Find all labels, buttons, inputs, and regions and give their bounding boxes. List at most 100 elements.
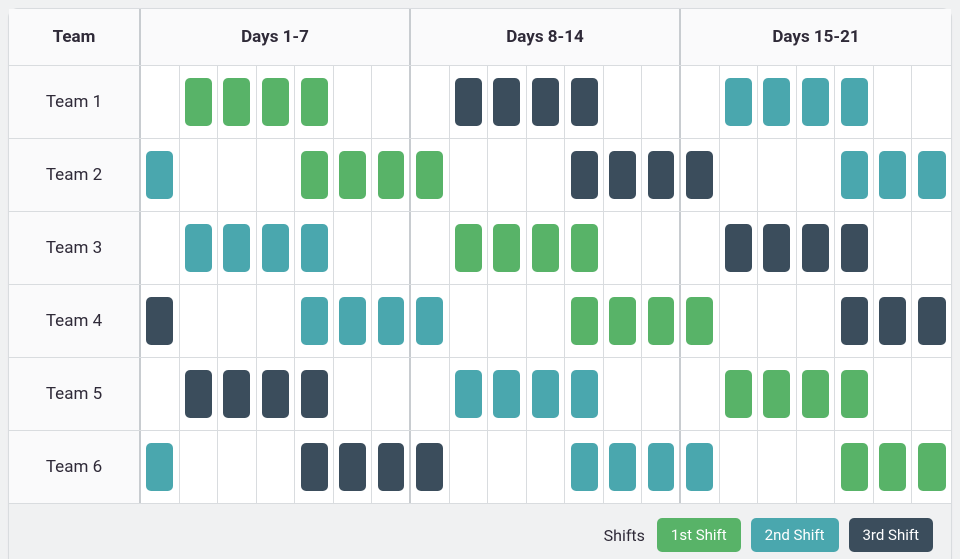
day-cell xyxy=(912,358,951,430)
day-cell xyxy=(141,66,180,138)
shift-chip xyxy=(146,297,173,345)
shift-chip xyxy=(841,297,868,345)
shift-chip xyxy=(339,151,366,199)
day-cell xyxy=(180,139,219,211)
day-cell xyxy=(218,66,257,138)
row-header: Team 6 xyxy=(9,431,141,503)
shift-chip xyxy=(493,78,520,126)
shift-chip xyxy=(378,151,404,199)
table-row: Team 6 xyxy=(9,431,951,504)
shift-chip xyxy=(146,443,173,491)
shift-chip xyxy=(763,370,790,418)
day-cell xyxy=(411,212,450,284)
day-cell xyxy=(488,431,527,503)
shift-chip xyxy=(763,78,790,126)
day-cell xyxy=(488,139,527,211)
shift-chip xyxy=(532,78,559,126)
day-cell xyxy=(835,66,874,138)
day-cell xyxy=(681,431,720,503)
day-cell xyxy=(218,431,257,503)
shift-chip xyxy=(493,370,520,418)
day-cell xyxy=(450,358,489,430)
day-cell xyxy=(758,139,797,211)
day-cell xyxy=(565,66,604,138)
shift-chip xyxy=(725,78,752,126)
day-cell xyxy=(720,66,759,138)
day-cell xyxy=(411,139,450,211)
shift-chip xyxy=(802,370,829,418)
day-cell xyxy=(565,358,604,430)
shift-chip xyxy=(571,297,598,345)
day-cell xyxy=(912,139,951,211)
day-cell xyxy=(758,358,797,430)
team-header-label: Team xyxy=(53,27,96,47)
shift-chip xyxy=(648,297,674,345)
shift-chip xyxy=(918,443,946,491)
week-header: Days 15-21 xyxy=(681,9,951,65)
day-cell xyxy=(642,66,681,138)
day-cell xyxy=(874,212,913,284)
legend-bar: Shifts 1st Shift 2nd Shift 3rd Shift xyxy=(9,504,951,559)
day-cell xyxy=(758,285,797,357)
shift-chip xyxy=(571,151,598,199)
day-cell xyxy=(912,285,951,357)
day-cell xyxy=(835,285,874,357)
week-header-label: Days 15-21 xyxy=(772,27,859,47)
day-cell xyxy=(141,212,180,284)
day-cell xyxy=(527,66,566,138)
day-cell xyxy=(295,139,334,211)
shift-chip xyxy=(609,151,636,199)
day-cell xyxy=(372,139,411,211)
day-cell xyxy=(450,66,489,138)
day-cell xyxy=(295,285,334,357)
day-cell xyxy=(642,139,681,211)
day-cell xyxy=(450,139,489,211)
shift-chip xyxy=(301,370,328,418)
shift-chip xyxy=(262,370,289,418)
schedule-grid: TeamDays 1-7Days 8-14Days 15-21Team 1Tea… xyxy=(9,9,951,504)
day-cell xyxy=(604,139,643,211)
day-cell xyxy=(334,431,373,503)
table-row: Team 2 xyxy=(9,139,951,212)
shift-chip xyxy=(648,443,674,491)
day-cell xyxy=(527,285,566,357)
shift-chip xyxy=(571,224,598,272)
day-cell xyxy=(218,358,257,430)
day-cell xyxy=(604,212,643,284)
shift-chip xyxy=(378,297,404,345)
day-cell xyxy=(334,66,373,138)
shift-chip xyxy=(455,78,482,126)
day-cell xyxy=(565,431,604,503)
day-cell xyxy=(295,358,334,430)
team-header-cell: Team xyxy=(9,9,141,65)
day-cell xyxy=(257,212,296,284)
shift-chip xyxy=(146,151,173,199)
day-cell xyxy=(874,431,913,503)
day-cell xyxy=(372,431,411,503)
shift-chip xyxy=(802,224,829,272)
shift-chip xyxy=(493,224,520,272)
table-row: Team 4 xyxy=(9,285,951,358)
day-cell xyxy=(141,431,180,503)
day-cell xyxy=(450,212,489,284)
row-header: Team 3 xyxy=(9,212,141,284)
day-cell xyxy=(912,212,951,284)
table-row: Team 1 xyxy=(9,66,951,139)
week-header: Days 8-14 xyxy=(411,9,681,65)
day-cell xyxy=(527,139,566,211)
shift-chip xyxy=(223,78,250,126)
day-cell xyxy=(372,358,411,430)
shift-chip xyxy=(301,443,328,491)
table-row: Team 3 xyxy=(9,212,951,285)
legend-label: Shifts xyxy=(604,526,645,545)
day-cell xyxy=(295,66,334,138)
shift-chip xyxy=(648,151,674,199)
shift-chip xyxy=(686,443,713,491)
shift-chip xyxy=(301,297,328,345)
week-header-label: Days 1-7 xyxy=(241,27,309,47)
day-cell xyxy=(488,285,527,357)
day-cell xyxy=(835,358,874,430)
day-cell xyxy=(797,139,836,211)
day-cell xyxy=(642,212,681,284)
day-cell xyxy=(372,66,411,138)
